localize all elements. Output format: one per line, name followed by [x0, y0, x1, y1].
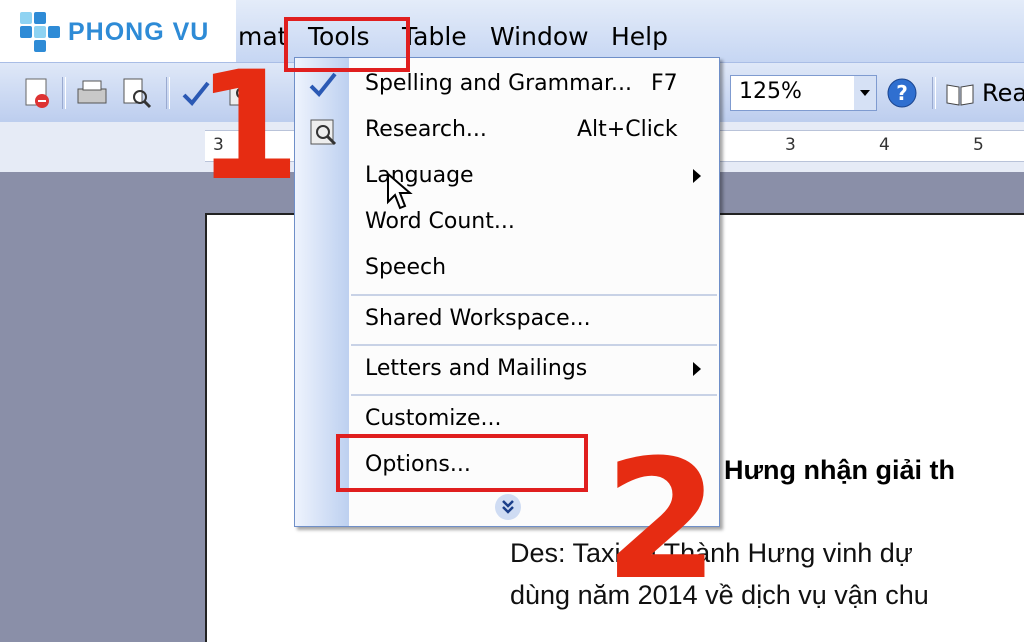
submenu-arrow-icon [693, 169, 701, 183]
read-button[interactable]: Rea [944, 75, 1024, 111]
menu-item-letters-mailings[interactable]: Letters and Mailings [365, 356, 701, 381]
step-number-2: 2 [604, 424, 719, 616]
menu-separator [351, 394, 717, 396]
research-icon [310, 119, 337, 146]
expand-menu-button[interactable] [495, 494, 521, 520]
ruler-mark: 4 [879, 135, 890, 155]
zoom-value: 125% [739, 79, 802, 104]
print-preview-icon[interactable] [118, 75, 154, 111]
menu-item-label: Speech [365, 255, 447, 280]
zoom-select[interactable]: 125% [730, 75, 877, 111]
mouse-cursor-icon [387, 172, 413, 210]
double-chevron-down-icon [502, 500, 514, 514]
document-line: dùng năm 2014 về dịch vụ vận chu [510, 580, 929, 610]
menu-item-label: Research... [365, 117, 487, 142]
menu-item-shortcut: F7 [651, 71, 678, 96]
chevron-down-icon [860, 90, 870, 96]
menu-item-customize[interactable]: Customize... [365, 406, 501, 431]
highlight-options-item [336, 434, 588, 492]
menu-item-label: Spelling and Grammar... [365, 71, 633, 96]
menu-help[interactable]: Help [611, 22, 668, 51]
print-icon[interactable] [74, 75, 110, 111]
menu-item-label: Shared Workspace... [365, 306, 591, 331]
submenu-arrow-icon [693, 362, 701, 376]
menu-item-label: Word Count... [365, 209, 515, 234]
book-icon [946, 84, 974, 106]
document-heading: h Hưng nhận giải th [700, 455, 956, 485]
help-icon[interactable]: ? [884, 75, 920, 111]
ruler-mark: 5 [973, 135, 984, 155]
menu-separator [351, 294, 717, 296]
highlight-tools-menu [284, 17, 410, 72]
logo-text: PHONG VU [68, 18, 210, 46]
menu-item-speech[interactable]: Speech [365, 255, 446, 280]
menu-item-label: Letters and Mailings [365, 356, 588, 381]
menu-window[interactable]: Window [490, 22, 589, 51]
logo-icon [20, 12, 60, 52]
menu-item-label: Customize... [365, 406, 502, 431]
menu-separator [351, 344, 717, 346]
menu-item-spelling[interactable]: Spelling and Grammar... F7 [365, 71, 678, 96]
step-number-1: 1 [196, 40, 301, 214]
zoom-dropdown-button[interactable] [854, 76, 876, 110]
menu-item-shared-workspace[interactable]: Shared Workspace... [365, 306, 591, 331]
menu-table[interactable]: Table [402, 22, 467, 51]
svg-text:?: ? [896, 81, 908, 105]
permission-icon[interactable] [18, 75, 54, 111]
ruler-mark: 3 [785, 135, 796, 155]
menu-item-language[interactable]: Language [365, 163, 701, 188]
menu-item-label: Language [365, 163, 474, 188]
menu-item-research[interactable]: Research... Alt+Click [365, 117, 678, 142]
read-label: Rea [982, 79, 1024, 107]
menu-item-word-count[interactable]: Word Count... [365, 209, 515, 234]
menu-item-shortcut: Alt+Click [577, 117, 678, 142]
